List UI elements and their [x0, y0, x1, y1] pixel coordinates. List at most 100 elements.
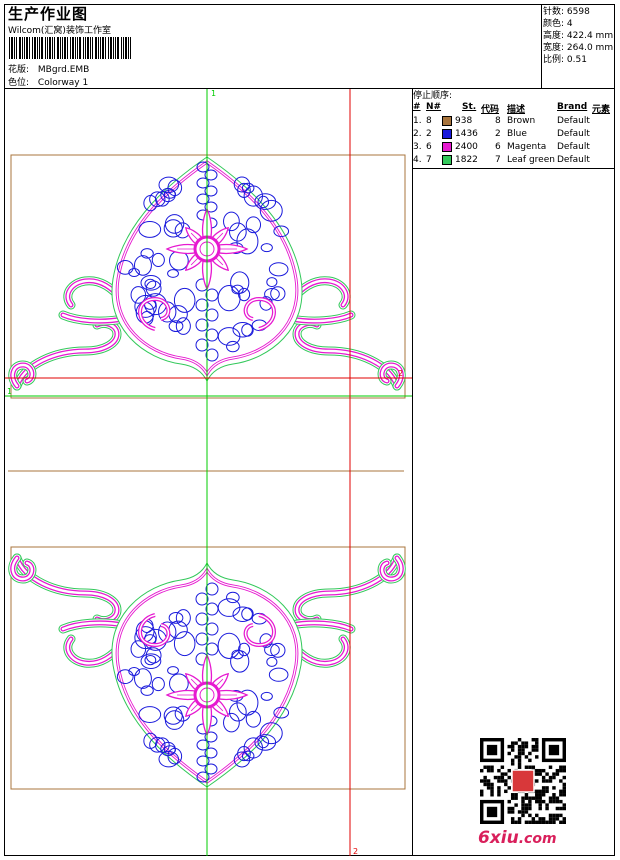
barcode-bar	[113, 37, 114, 59]
qr-module	[535, 755, 539, 759]
barcode-bar	[70, 37, 71, 59]
qr-module	[538, 789, 542, 794]
stop-row: 3. 6 2400 6 Magenta Default	[413, 142, 613, 155]
qr-module	[562, 820, 566, 824]
qr-module	[541, 817, 546, 821]
stop-code: 2	[495, 129, 501, 139]
qr-module	[504, 789, 508, 794]
qr-module	[545, 806, 549, 811]
barcode-bar	[67, 37, 68, 59]
qr-module	[531, 738, 536, 742]
barcode-bar	[11, 37, 13, 59]
guide-mark-bottom: 2	[353, 847, 358, 856]
barcode-bar	[60, 37, 61, 59]
qr-finder-core	[548, 744, 560, 756]
qr-module	[524, 765, 529, 769]
barcode-bar	[123, 37, 124, 59]
qr-module	[538, 796, 542, 800]
stop-brand: Default	[557, 155, 590, 165]
qr-module	[531, 765, 536, 769]
barcode-bar	[29, 37, 30, 59]
qr-module	[535, 793, 539, 797]
guide-mark-top: 1	[211, 89, 216, 98]
barcode-bar	[52, 37, 53, 59]
qr-module	[521, 748, 525, 752]
barcode-bar	[92, 37, 93, 59]
qr-module	[514, 796, 518, 800]
qr-module	[517, 755, 522, 759]
design-value: MBgrd.EMB	[37, 65, 90, 75]
qr-module	[524, 793, 529, 797]
qr-module	[490, 789, 494, 794]
barcode-bar	[45, 37, 46, 59]
qr-module	[480, 789, 484, 794]
qr-module	[545, 772, 549, 776]
qr-module	[507, 806, 511, 811]
qr-module	[552, 820, 556, 824]
qr-module	[524, 803, 529, 807]
stop-description: Magenta	[507, 142, 547, 152]
qr-module	[497, 768, 501, 773]
qr-module	[497, 775, 501, 780]
barcode-bar	[9, 37, 10, 59]
qr-module	[552, 796, 556, 800]
stop-description: Blue	[507, 129, 527, 139]
stop-index: 3.	[413, 142, 422, 152]
barcode-bar	[47, 37, 48, 59]
guide-mark-right: 2	[398, 369, 403, 378]
barcode-bar	[54, 37, 55, 59]
qr-module	[552, 799, 556, 804]
guide-mark-left: 1	[7, 387, 12, 396]
qr-module	[535, 813, 539, 818]
qr-module	[521, 806, 525, 811]
qr-module	[490, 765, 494, 769]
qr-module	[521, 799, 525, 804]
barcode-bar	[39, 37, 40, 59]
qr-module	[480, 768, 484, 773]
info-height: 高度: 422.4 mm	[543, 31, 614, 41]
qr-module	[517, 758, 522, 763]
qr-module	[486, 779, 491, 783]
qr-module	[510, 806, 515, 811]
qr-module	[552, 793, 556, 797]
colorway-row: 色位: Colorway 1	[8, 75, 88, 88]
qr-module	[486, 782, 491, 787]
stop-stitches: 2400	[455, 142, 478, 152]
qr-module	[555, 806, 560, 811]
qr-module	[545, 803, 549, 807]
qr-module	[528, 820, 532, 824]
qr-module	[555, 796, 560, 800]
qr-module	[559, 779, 563, 783]
qr-module	[545, 779, 549, 783]
qr-module	[517, 765, 522, 769]
qr-module	[517, 762, 522, 766]
qr-module	[548, 820, 553, 824]
qr-module	[545, 786, 549, 790]
qr-module	[490, 782, 494, 787]
qr-module	[562, 768, 566, 773]
qr-module	[531, 796, 536, 800]
qr-module	[490, 768, 494, 773]
info-block: 针数: 6598 颜色: 4 高度: 422.4 mm 宽度: 264.0 mm…	[543, 6, 613, 66]
qr-module	[504, 772, 508, 776]
qr-module	[555, 799, 560, 804]
col-code: 代码	[481, 105, 500, 115]
qr-module	[514, 741, 518, 745]
qr-module	[497, 789, 501, 794]
qr-module	[507, 744, 511, 749]
barcode-bar	[77, 37, 78, 59]
qr-module	[548, 775, 553, 780]
qr-module	[521, 796, 525, 800]
design-row: 花版: MBgrd.EMB	[8, 62, 89, 75]
qr-module	[531, 817, 536, 821]
qr-code	[480, 738, 566, 824]
qr-module	[521, 803, 525, 807]
stop-needle: 2	[426, 129, 432, 139]
qr-module	[517, 744, 522, 749]
stop-code: 8	[495, 116, 501, 126]
stop-code: 6	[495, 142, 501, 152]
qr-module	[486, 768, 491, 773]
qr-module	[552, 772, 556, 776]
qr-module	[514, 755, 518, 759]
qr-module	[480, 779, 484, 783]
